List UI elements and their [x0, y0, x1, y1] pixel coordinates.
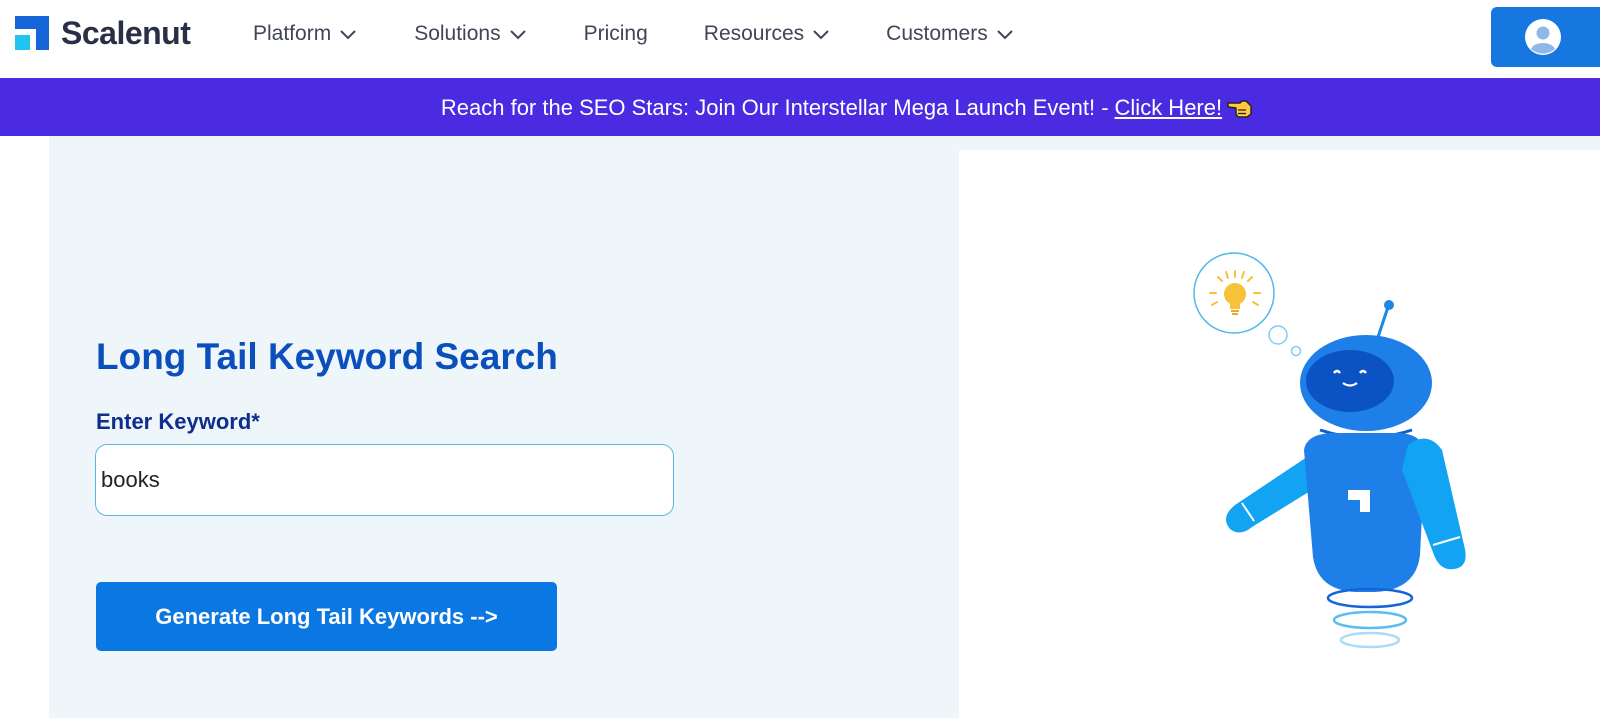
robot-mascot: [1193, 252, 1466, 649]
nav-label: Resources: [703, 22, 805, 45]
pointing-hand-icon: [1227, 99, 1252, 118]
generate-keywords-button[interactable]: Generate Long Tail Keywords -->: [96, 582, 557, 651]
scalenut-logo-icon: [15, 16, 49, 50]
nav-resources[interactable]: Resources: [704, 22, 830, 46]
nav-label: Platform: [253, 22, 332, 45]
nav-label: Customers: [886, 22, 988, 45]
hover-rings: [1326, 587, 1414, 649]
nav-solutions[interactable]: Solutions: [414, 22, 526, 46]
keyword-input[interactable]: [95, 444, 674, 516]
thought-bubble: [1193, 252, 1302, 357]
brand-logo[interactable]: Scalenut: [15, 15, 191, 51]
brand-name: Scalenut: [61, 15, 191, 51]
page-title: Long Tail Keyword Search: [96, 336, 558, 377]
top-header: Scalenut Platform Solutions Pricing Reso…: [0, 0, 1600, 79]
main-nav: Platform Solutions Pricing Resources Cus…: [253, 22, 1014, 46]
promo-banner: Reach for the SEO Stars: Join Our Inters…: [0, 79, 1600, 136]
panel-gap: [959, 136, 1600, 150]
nav-customers[interactable]: Customers: [886, 22, 1014, 46]
banner-link[interactable]: Click Here!: [1115, 95, 1223, 121]
nav-label: Pricing: [583, 22, 648, 45]
chevron-down-icon: [340, 30, 356, 40]
chevron-down-icon: [509, 30, 526, 40]
chevron-down-icon: [996, 30, 1013, 40]
keyword-label: Enter Keyword*: [96, 409, 260, 434]
banner-text: Reach for the SEO Stars: Join Our Inters…: [440, 94, 1109, 120]
robot-head: [1300, 335, 1432, 439]
chevron-down-icon: [813, 30, 829, 40]
nav-label: Solutions: [414, 22, 501, 45]
nav-platform[interactable]: Platform: [253, 22, 357, 46]
user-avatar-icon: [1525, 19, 1561, 55]
nav-pricing[interactable]: Pricing: [584, 22, 648, 46]
account-button[interactable]: [1491, 7, 1600, 67]
